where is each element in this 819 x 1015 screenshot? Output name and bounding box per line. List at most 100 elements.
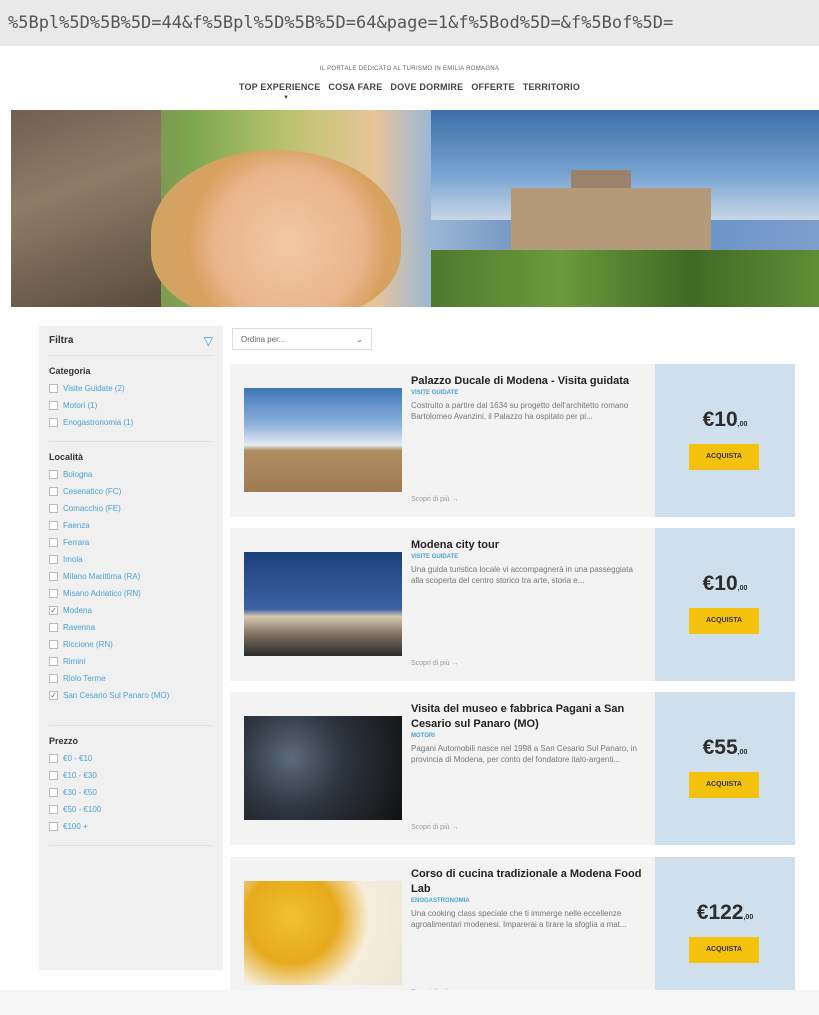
discover-more-link[interactable]: Scopri di più → [411,824,458,831]
filter-option[interactable]: Bologna [49,470,213,487]
filter-option-label: Cesenatico (FC) [63,487,122,496]
address-bar[interactable]: %5Bpl%5D%5B%5D=44&f%5Bpl%5D%5B%5D=64&pag… [0,0,819,46]
chevron-down-icon: ▼ [283,95,289,101]
filter-option[interactable]: Motori (1) [49,401,213,418]
experience-thumbnail[interactable] [244,552,402,656]
filter-option[interactable]: Ferrara [49,538,213,555]
nav-offerte[interactable]: OFFERTE [471,82,514,92]
checkbox[interactable] [49,384,58,393]
nav-cosa-fare[interactable]: COSA FARE [328,82,382,92]
filter-option[interactable]: €0 - €10 [49,754,213,771]
buy-button[interactable]: ACQUISTA [689,444,759,470]
filter-option[interactable]: €100 + [49,822,213,839]
checkbox[interactable] [49,418,58,427]
filter-option[interactable]: Ravenna [49,623,213,640]
checkbox[interactable] [49,805,58,814]
experience-category[interactable]: VISITE GUIDATE [411,554,643,560]
checkbox[interactable]: ✓ [49,691,58,700]
price-panel: €10,00 ACQUISTA [655,364,795,517]
checkbox[interactable] [49,788,58,797]
filter-option[interactable]: Faenza [49,521,213,538]
filter-option[interactable]: Visite Guidate (2) [49,384,213,401]
checkbox[interactable] [49,589,58,598]
filter-option-label: Misano Adriatico (RN) [63,589,141,598]
filter-section: Località Bologna Cesenatico (FC) Comacchio … [49,442,213,726]
experience-card: Modena city tour VISITE GUIDATE Una guida … [230,528,795,681]
filter-option-label: Modena [63,606,92,615]
filter-section-title: Località [49,452,84,462]
filter-option[interactable]: €30 - €50 [49,788,213,805]
checkbox[interactable] [49,521,58,530]
checkbox[interactable] [49,401,58,410]
buy-button[interactable]: ACQUISTA [689,608,759,634]
checkbox[interactable] [49,674,58,683]
experience-title[interactable]: Visita del museo e fabbrica Pagani a San… [411,702,643,732]
checkbox[interactable] [49,555,58,564]
experience-title[interactable]: Corso di cucina tradizionale a Modena Fo… [411,867,643,897]
buy-button[interactable]: ACQUISTA [689,937,759,963]
checkbox[interactable]: ✓ [49,606,58,615]
experience-category[interactable]: ENOGASTRONOMIA [411,898,643,904]
checkbox[interactable] [49,771,58,780]
hero-building-image [11,110,161,307]
experience-title[interactable]: Modena city tour [411,538,643,553]
filter-option[interactable]: €50 - €100 [49,805,213,822]
filter-option[interactable]: Cesenatico (FC) [49,487,213,504]
filter-section: Categoria Visite Guidate (2) Motori (1) Eno… [49,356,213,442]
price-panel: €122,00 ACQUISTA [655,857,795,1010]
filter-option-label: Ravenna [63,623,96,632]
experience-thumbnail[interactable] [244,881,402,985]
nav-top-experience[interactable]: TOP EXPERIENCE [239,82,321,92]
funnel-icon[interactable]: ▽ [204,334,213,348]
experience-category[interactable]: VISITE GUIDATE [411,390,643,396]
filter-option[interactable]: Comacchio (FE) [49,504,213,521]
filter-option[interactable]: Enogastronomia (1) [49,418,213,435]
checkbox[interactable] [49,822,58,831]
checkbox[interactable] [49,623,58,632]
filter-option-label: €30 - €50 [63,788,97,797]
filter-option[interactable]: Rimini [49,657,213,674]
filter-option[interactable]: Riccione (RN) [49,640,213,657]
filter-option-label: Visite Guidate (2) [63,384,125,393]
buy-button[interactable]: ACQUISTA [689,772,759,798]
filter-header: Filtra ▽ [49,326,213,356]
filter-option-label: San Cesario Sul Panaro (MO) [63,691,170,700]
filter-option[interactable]: Milano Marittima (RA) [49,572,213,589]
discover-more-link[interactable]: Scopri di più → [411,660,458,667]
filter-option[interactable]: ✓ Modena [49,606,213,623]
filter-option-label: €10 - €30 [63,771,97,780]
checkbox[interactable] [49,504,58,513]
experience-category[interactable]: MOTORI [411,733,643,739]
filter-option-label: Riolo Terme [63,674,106,683]
experience-title[interactable]: Palazzo Ducale di Modena - Visita guidat… [411,374,643,389]
filter-option[interactable]: Imola [49,555,213,572]
checkbox[interactable] [49,572,58,581]
price-cents: ,00 [737,585,748,592]
checkbox[interactable] [49,754,58,763]
filter-option[interactable]: €10 - €30 [49,771,213,788]
checkbox[interactable] [49,657,58,666]
hero-child-image [151,150,401,307]
checkbox[interactable] [49,487,58,496]
experience-card: Visita del museo e fabbrica Pagani a San… [230,692,795,845]
filter-option-label: Enogastronomia (1) [63,418,134,427]
nav-territorio[interactable]: TERRITORIO [523,82,580,92]
checkbox[interactable] [49,640,58,649]
discover-more-link[interactable]: Scopri di più → [411,496,458,503]
main-nav: TOP EXPERIENCE COSA FARE DOVE DORMIRE OF… [0,82,819,92]
price-cents: ,00 [737,421,748,428]
nav-dove-dormire[interactable]: DOVE DORMIRE [390,82,463,92]
filter-option[interactable]: Riolo Terme [49,674,213,691]
experience-info: Visita del museo e fabbrica Pagani a San… [411,702,643,765]
price-cents: ,00 [737,749,748,756]
sort-dropdown[interactable]: Ordina per... ⌄ [232,328,372,350]
experience-thumbnail[interactable] [244,716,402,820]
price-value: €10,00 [655,572,795,596]
page-footer-strip [0,990,819,1015]
checkbox[interactable] [49,538,58,547]
filter-option[interactable]: ✓ San Cesario Sul Panaro (MO) [49,691,213,719]
filter-option[interactable]: Misano Adriatico (RN) [49,589,213,606]
experience-thumbnail[interactable] [244,388,402,492]
checkbox[interactable] [49,470,58,479]
experience-card: Palazzo Ducale di Modena - Visita guidat… [230,364,795,517]
